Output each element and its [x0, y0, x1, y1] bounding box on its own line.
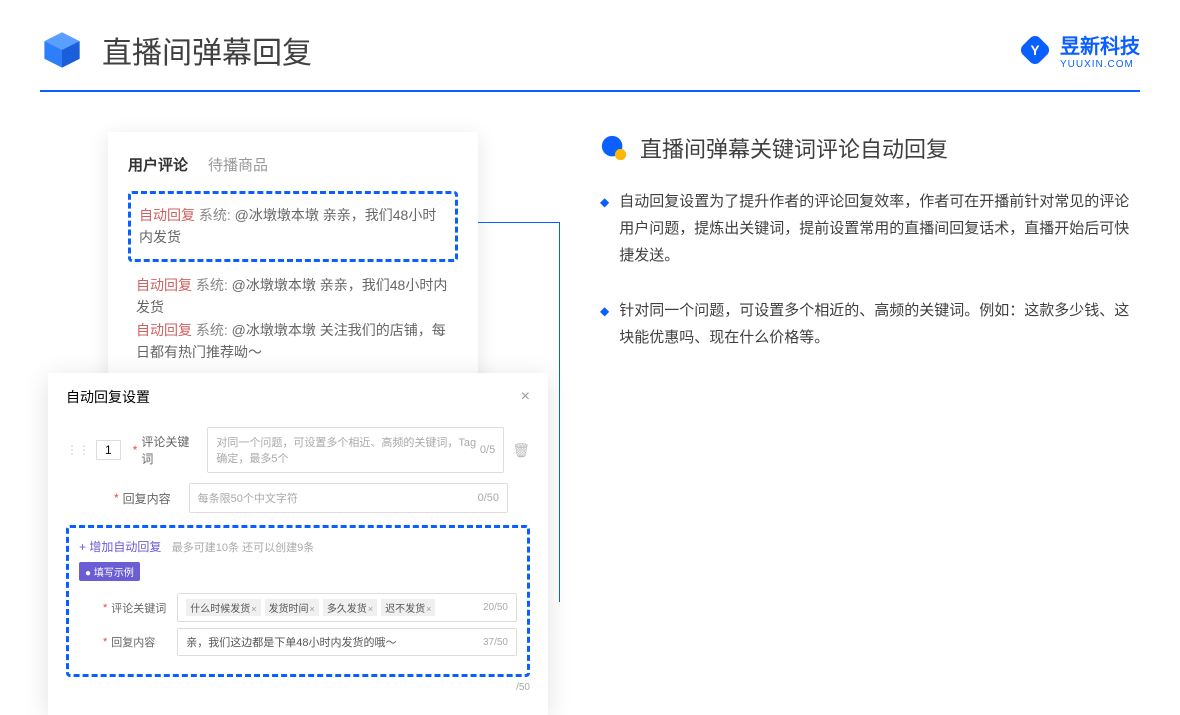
header-divider: [40, 90, 1140, 92]
tag-item: 发货时间×: [265, 599, 319, 616]
tab-products[interactable]: 待播商品: [208, 154, 268, 175]
reply-system: 系统:: [195, 207, 235, 223]
reply-tag: 自动回复: [136, 322, 192, 338]
keyword-label: 评论关键词: [111, 600, 167, 616]
reply-tag: 自动回复: [136, 277, 192, 293]
bullet-text: 自动回复设置为了提升作者的评论回复效率，作者可在开播前针对常见的评论用户问题，提…: [619, 188, 1140, 269]
page-title: 直播间弹幕回复: [102, 28, 312, 72]
close-icon[interactable]: ×: [521, 388, 530, 406]
reply-system: 系统:: [192, 322, 232, 338]
diamond-icon: ◆: [600, 192, 609, 269]
add-reply-link[interactable]: + 增加自动回复: [79, 540, 161, 554]
brand-logo: Y 昱新科技 YUUXIN.COM: [1018, 30, 1140, 70]
index-box: 1: [96, 440, 121, 460]
tag-item: 什么时候发货×: [186, 599, 260, 616]
example-content-input[interactable]: 亲，我们这边都是下单48小时内发货的哦～ 37/50: [177, 628, 517, 656]
brand-icon: Y: [1018, 33, 1052, 67]
example-section: + 增加自动回复 最多可建10条 还可以创建9条 ● 填写示例 * 评论关键词 …: [66, 525, 530, 677]
example-keyword-input[interactable]: 什么时候发货× 发货时间× 多久发货× 迟不发货× 20/50: [177, 593, 517, 622]
trash-icon[interactable]: 🗑: [512, 442, 530, 459]
bullet-point: ◆ 针对同一个问题，可设置多个相近的、高频的关键词。例如：这款多少钱、这块能优惠…: [600, 297, 1140, 351]
bubble-icon: [600, 134, 628, 162]
required-dot: *: [103, 602, 107, 614]
required-dot: *: [114, 491, 119, 505]
reply-system: 系统:: [192, 277, 232, 293]
placeholder: 对同一个问题，可设置多个相近、高频的关键词，Tag确定，最多5个: [216, 434, 480, 466]
drag-handle-icon[interactable]: ⋮⋮: [66, 443, 90, 457]
example-text: 亲，我们这边都是下单48小时内发货的哦～: [186, 634, 396, 650]
limit-hint: 最多可建10条 还可以创建9条: [172, 542, 314, 554]
tag-item: 迟不发货×: [381, 599, 435, 616]
keyword-input[interactable]: 对同一个问题，可设置多个相近、高频的关键词，Tag确定，最多5个 0/5: [207, 427, 504, 473]
bullet-point: ◆ 自动回复设置为了提升作者的评论回复效率，作者可在开播前针对常见的评论用户问题…: [600, 188, 1140, 269]
highlighted-reply: 自动回复 系统: @冰墩墩本墩 亲亲，我们48小时内发货: [128, 191, 458, 262]
cube-icon: [40, 28, 84, 72]
tag-item: 多久发货×: [323, 599, 377, 616]
tab-comments[interactable]: 用户评论: [128, 154, 188, 175]
diamond-icon: ◆: [600, 301, 609, 351]
required-dot: *: [103, 636, 107, 648]
placeholder: 每条限50个中文字符: [198, 490, 298, 506]
char-count: 20/50: [483, 602, 508, 613]
settings-title: 自动回复设置: [66, 387, 150, 407]
comments-panel: 用户评论 待播商品 自动回复 系统: @冰墩墩本墩 亲亲，我们48小时内发货 自…: [108, 132, 478, 385]
outer-count: /50: [516, 682, 530, 693]
keyword-label: 评论关键词: [141, 433, 197, 467]
bullet-text: 针对同一个问题，可设置多个相近的、高频的关键词。例如：这款多少钱、这块能优惠吗、…: [619, 297, 1140, 351]
char-count: 37/50: [483, 637, 508, 648]
required-dot: *: [133, 443, 138, 457]
char-count: 0/5: [480, 444, 495, 456]
content-input[interactable]: 每条限50个中文字符 0/50: [189, 483, 508, 513]
section-header: 直播间弹幕关键词评论自动回复: [600, 132, 1140, 164]
char-count: 0/50: [478, 492, 499, 504]
reply-tag: 自动回复: [139, 207, 195, 223]
brand-sub: YUUXIN.COM: [1060, 59, 1140, 70]
content-label: 回复内容: [123, 490, 179, 507]
svg-text:Y: Y: [1030, 43, 1039, 58]
section-title: 直播间弹幕关键词评论自动回复: [640, 132, 948, 164]
page-header: 直播间弹幕回复: [0, 0, 1180, 90]
brand-name: 昱新科技: [1060, 30, 1140, 59]
content-label: 回复内容: [111, 634, 167, 650]
example-badge: ● 填写示例: [79, 562, 140, 581]
